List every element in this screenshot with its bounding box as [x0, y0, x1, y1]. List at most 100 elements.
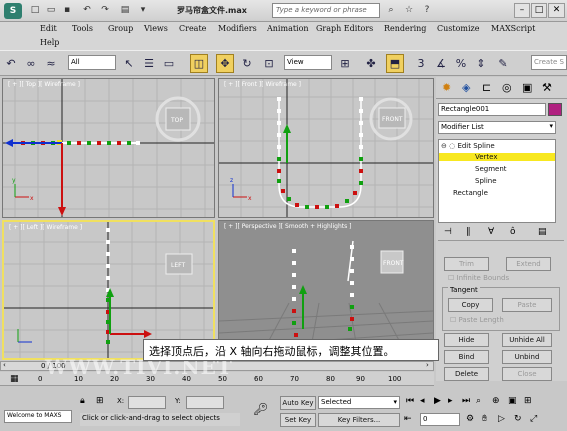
create-tab-icon[interactable]: ✹	[442, 81, 451, 94]
selection-set-dropdown[interactable]: Selected ▾	[318, 396, 400, 409]
unhide-all-button[interactable]: Unhide All	[502, 333, 552, 347]
dropdown-arrow-icon[interactable]: ▾	[136, 4, 150, 17]
menu-tools[interactable]: Tools	[72, 24, 93, 33]
modifier-list-dropdown[interactable]: Modifier List ▾	[438, 121, 556, 134]
menu-help[interactable]: Help	[40, 38, 59, 47]
pin-stack-icon[interactable]: ⊣	[444, 227, 452, 237]
key-filters-button[interactable]: Key Filters...	[318, 413, 400, 427]
configure-sets-icon[interactable]: ▤	[538, 227, 547, 237]
app-logo-icon[interactable]: S	[4, 3, 22, 19]
project-folder-icon[interactable]: ▤	[118, 4, 132, 17]
object-color-swatch[interactable]	[548, 103, 562, 116]
angle-snap-icon[interactable]: ∡	[432, 54, 450, 73]
help-icon[interactable]: ?	[420, 4, 434, 17]
x-coordinate-field[interactable]	[128, 396, 166, 409]
create-selection-set-dropdown[interactable]: Create S	[531, 55, 567, 70]
motion-tab-icon[interactable]: ◎	[502, 81, 512, 94]
zoom-extents-all-icon[interactable]: ⊞	[524, 396, 532, 406]
track-bar-icon[interactable]: ▦	[10, 374, 19, 384]
set-key-mode-icon[interactable]: 🔑︎	[253, 402, 268, 416]
viewport-top-label[interactable]: [ + ][ Top ][ Wireframe ]	[8, 81, 80, 88]
hide-button[interactable]: Hide	[444, 333, 489, 347]
delete-button[interactable]: Delete	[444, 367, 489, 381]
search-icon[interactable]: ⌕	[384, 4, 398, 17]
favorites-icon[interactable]: ☆	[402, 4, 416, 17]
time-slider-forward-icon[interactable]: ›	[426, 361, 429, 369]
spinner-snap-icon[interactable]: ⇕	[472, 54, 490, 73]
key-mode-icon[interactable]: ⇤	[404, 414, 412, 424]
zoom-all-icon[interactable]: ⊕	[492, 396, 500, 406]
menu-views[interactable]: Views	[144, 24, 168, 33]
make-unique-icon[interactable]: ∀	[488, 227, 494, 237]
select-by-name-icon[interactable]: ☰	[140, 54, 158, 73]
maximize-button[interactable]: □	[531, 3, 547, 18]
stack-item-rectangle[interactable]: Rectangle	[453, 189, 488, 197]
undo-icon[interactable]: ↶	[80, 4, 94, 17]
viewport-top[interactable]: TOP x y [ + ][ Top ][ Wireframe ]	[2, 78, 215, 218]
undo-toolbar-icon[interactable]: ↶	[2, 54, 20, 73]
minimize-button[interactable]: –	[514, 3, 530, 18]
edit-named-selection-icon[interactable]: ✎	[494, 54, 512, 73]
set-key-button[interactable]: Set Key	[280, 413, 316, 427]
menu-group[interactable]: Group	[108, 24, 133, 33]
select-object-icon[interactable]: ↖	[120, 54, 138, 73]
search-input[interactable]: Type a keyword or phrase	[272, 3, 380, 18]
orbit-icon[interactable]: ↻	[514, 414, 522, 424]
field-of-view-icon[interactable]: ▷	[498, 414, 505, 424]
infinite-bounds-checkbox[interactable]: ☐ Infinite Bounds	[448, 274, 509, 282]
viewport-left-label[interactable]: [ + ][ Left ][ Wireframe ]	[9, 224, 82, 231]
keyboard-shortcut-icon[interactable]: ⬒	[386, 54, 404, 73]
extend-button[interactable]: Extend	[506, 257, 551, 271]
rect-selection-icon[interactable]: ▭	[160, 54, 178, 73]
pivot-center-icon[interactable]: ⊞	[336, 54, 354, 73]
time-config-icon[interactable]: ⚙	[466, 414, 474, 424]
select-move-icon[interactable]: ✥	[216, 54, 234, 73]
stack-item-vertex[interactable]: Vertex	[439, 153, 555, 161]
ref-coord-dropdown[interactable]: View	[284, 55, 332, 70]
select-scale-icon[interactable]: ⊡	[260, 54, 278, 73]
show-end-result-icon[interactable]: ∥	[466, 227, 471, 237]
stack-item-spline[interactable]: Spline	[475, 177, 497, 185]
viewport-front[interactable]: FRONT x z [ + ][ Front ][ Wireframe ]	[218, 78, 434, 218]
y-coordinate-field[interactable]	[186, 396, 224, 409]
snap-toggle-icon[interactable]: 3	[412, 54, 430, 73]
display-tab-icon[interactable]: ▣	[522, 81, 532, 94]
unbind-button[interactable]: Unbind	[502, 350, 552, 364]
trim-button[interactable]: Trim	[444, 257, 489, 271]
remove-modifier-icon[interactable]: ô	[510, 227, 516, 237]
select-link-icon[interactable]: ∞	[22, 54, 40, 73]
auto-key-button[interactable]: Auto Key	[280, 396, 316, 410]
window-crossing-icon[interactable]: ◫	[190, 54, 208, 73]
close-spline-button[interactable]: Close	[502, 367, 552, 381]
menu-animation[interactable]: Animation	[267, 24, 309, 33]
viewport-perspective-label[interactable]: [ + ][ Perspective ][ Smooth + Highlight…	[224, 223, 351, 230]
go-to-end-icon[interactable]: ⏭	[462, 396, 470, 406]
bind-button[interactable]: Bind	[444, 350, 489, 364]
menu-customize[interactable]: Customize	[437, 24, 480, 33]
menu-graph-editors[interactable]: Graph Editors	[316, 24, 373, 33]
go-to-start-icon[interactable]: ⏮	[406, 396, 414, 406]
stack-item-edit-spline[interactable]: ⊖ ◌ Edit Spline	[441, 142, 495, 150]
previous-frame-icon[interactable]: ◂	[420, 396, 425, 406]
lock-selection-icon[interactable]: 🔒︎	[80, 396, 85, 406]
paste-length-checkbox[interactable]: ☐ Paste Length	[450, 316, 504, 324]
maximize-viewport-icon[interactable]: ⤢	[530, 414, 537, 424]
menu-maxscript[interactable]: MAXScript	[491, 24, 535, 33]
menu-rendering[interactable]: Rendering	[384, 24, 426, 33]
close-button[interactable]: ✕	[548, 3, 565, 18]
viewport-front-label[interactable]: [ + ][ Front ][ Wireframe ]	[224, 81, 301, 88]
absolute-mode-icon[interactable]: ⊞	[96, 396, 104, 406]
zoom-icon[interactable]: ⌕	[476, 396, 481, 406]
current-frame-field[interactable]: 0	[420, 413, 460, 426]
new-file-icon[interactable]: □	[28, 4, 42, 17]
menu-edit[interactable]: Edit	[40, 24, 57, 33]
next-frame-icon[interactable]: ▸	[448, 396, 453, 406]
modify-tab-icon[interactable]: ◈	[462, 81, 470, 94]
paste-button[interactable]: Paste	[502, 298, 552, 312]
open-file-icon[interactable]: ▭	[44, 4, 58, 17]
stack-item-segment[interactable]: Segment	[475, 165, 507, 173]
unlink-icon[interactable]: ≈	[42, 54, 60, 73]
menu-modifiers[interactable]: Modifiers	[218, 24, 257, 33]
utilities-tab-icon[interactable]: ⚒	[542, 81, 552, 94]
maxscript-listener[interactable]: Welcome to MAXS	[4, 410, 72, 423]
